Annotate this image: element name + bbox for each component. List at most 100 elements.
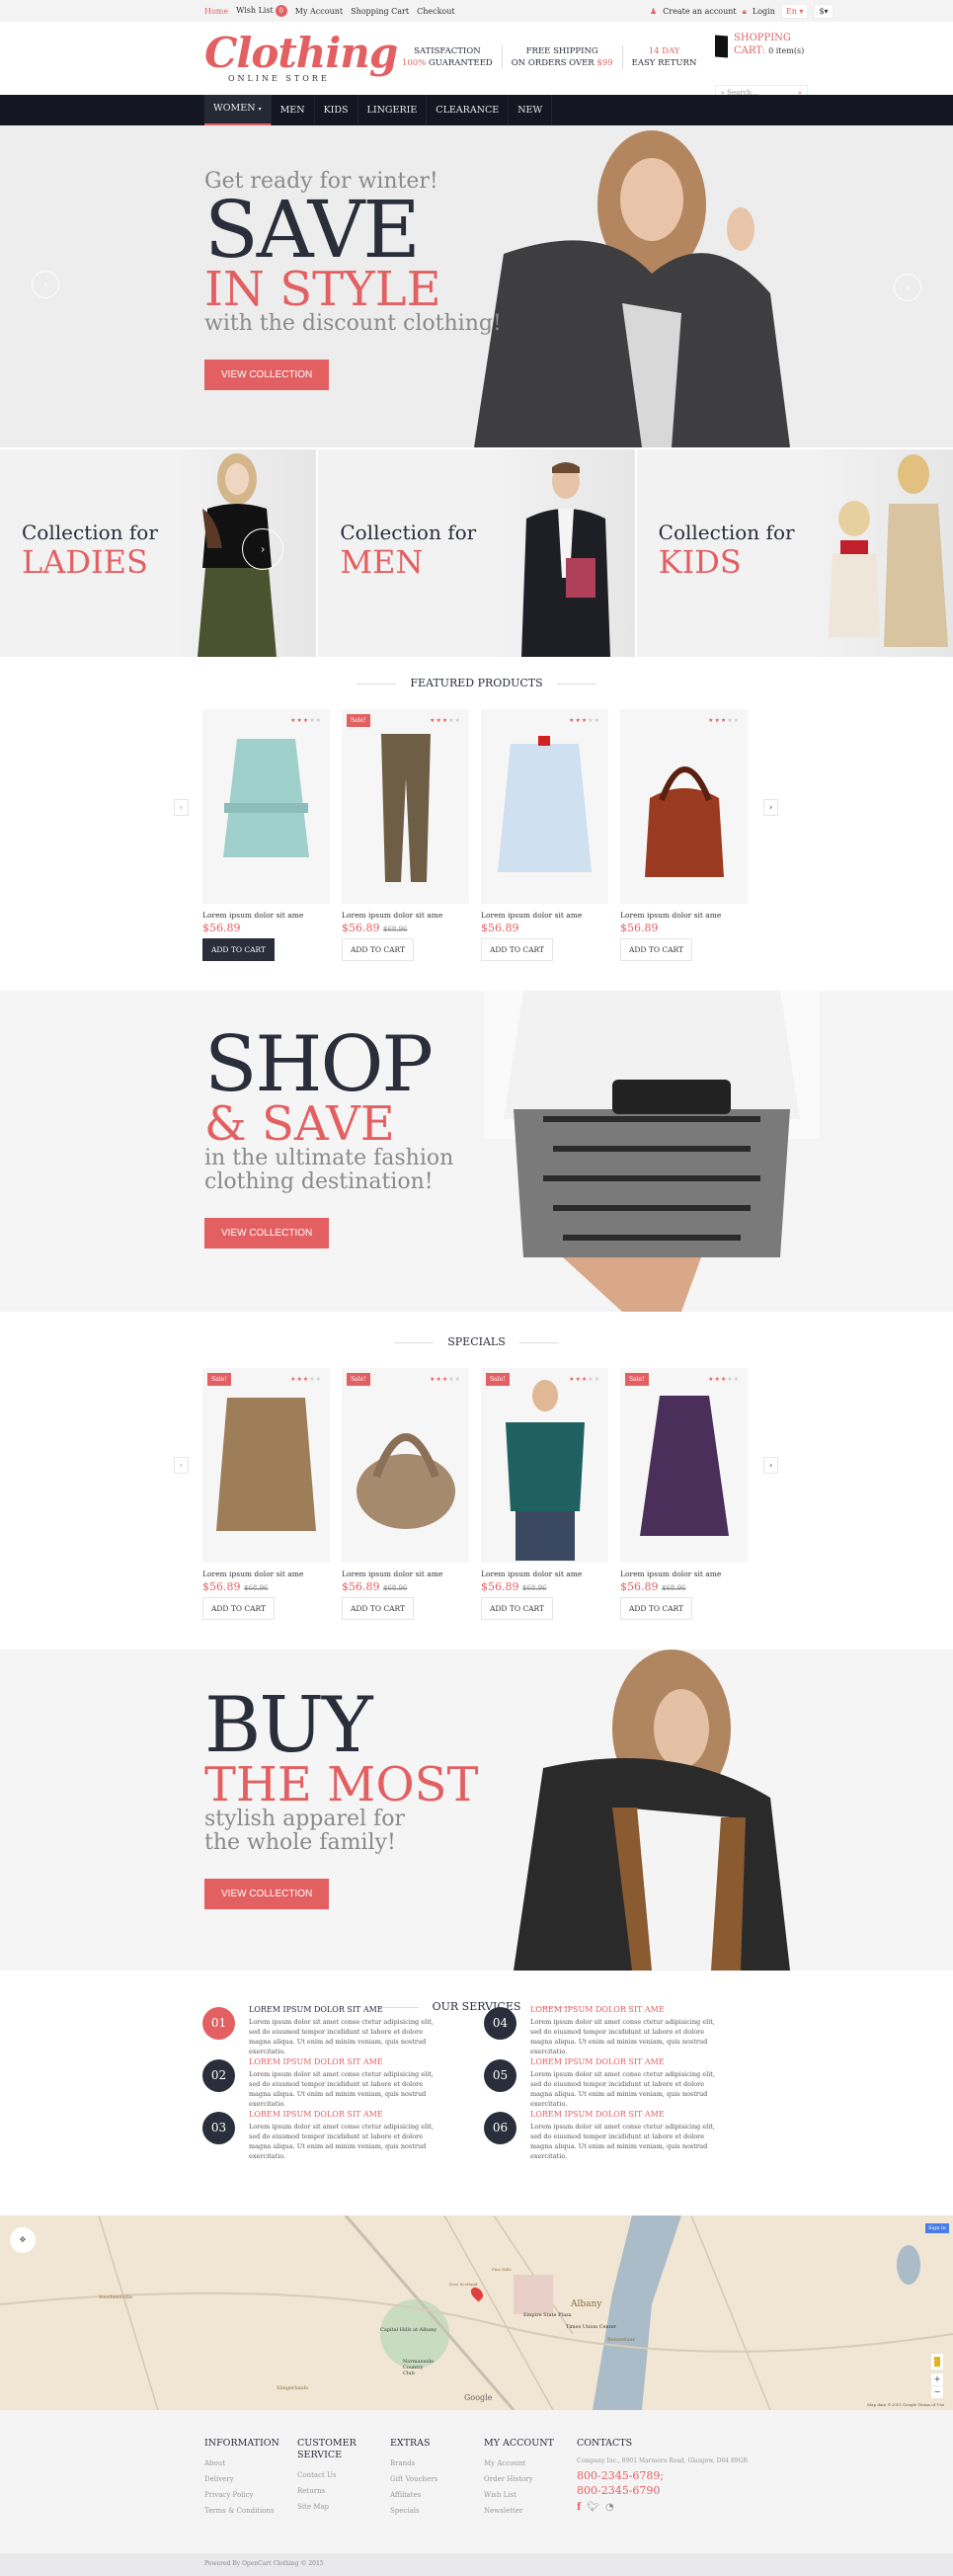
link-wish-list[interactable]: Wish List 0: [236, 5, 287, 17]
hero-next-button[interactable]: ›: [894, 274, 921, 301]
category-ladies[interactable]: › Collection for LADIES: [0, 449, 319, 657]
map-sign-in-button[interactable]: Sign in: [925, 2223, 949, 2233]
product-card[interactable]: Sale! ★★★★★ Lorem ipsum dolor sit ame $56.8…: [481, 1368, 608, 1620]
featured-prev-button[interactable]: ‹: [174, 799, 189, 816]
product-name[interactable]: Lorem ipsum dolor sit ame: [620, 1570, 748, 1578]
product-image[interactable]: ★★★★★: [620, 709, 748, 904]
rating-stars: ★★★★★: [708, 1376, 740, 1383]
footer-link[interactable]: Brands: [390, 2455, 437, 2471]
service-title: LOREM IPSUM DOLOR SIT AME: [249, 2110, 383, 2119]
product-image[interactable]: Sale! ★★★★★: [202, 1368, 330, 1563]
location-map[interactable]: ✥ Albany Empire State Plaza Times Union …: [0, 2215, 953, 2410]
link-my-account[interactable]: My Account: [295, 7, 343, 16]
add-to-cart-button[interactable]: ADD TO CART: [620, 938, 693, 961]
view-collection-button[interactable]: VIEW COLLECTION: [204, 360, 330, 390]
link-create-account[interactable]: Create an account: [663, 7, 736, 16]
nav-item-new[interactable]: NEW: [509, 95, 553, 126]
product-image[interactable]: ★★★★★: [202, 709, 330, 904]
footer-link[interactable]: Affiliates: [390, 2487, 437, 2503]
footer-link[interactable]: Order History: [484, 2471, 554, 2487]
rss-icon[interactable]: ◔: [605, 2502, 614, 2513]
product-price: $56.89 $68.96: [481, 1580, 547, 1593]
product-image-art: [381, 734, 431, 882]
product-card[interactable]: Sale! ★★★★★ Lorem ipsum dolor sit ame $56.8…: [342, 1368, 469, 1620]
service-number-badge: 04: [484, 2007, 516, 2040]
nav-item-men[interactable]: MEN: [272, 95, 315, 126]
product-name[interactable]: Lorem ipsum dolor sit ame: [202, 911, 330, 920]
sale-badge: Sale!: [486, 1373, 510, 1386]
language-select[interactable]: En ▾: [780, 4, 809, 19]
product-card[interactable]: ★★★★★ Lorem ipsum dolor sit ame $56.89 ADD …: [202, 709, 330, 961]
footer-link[interactable]: Privacy Policy: [204, 2487, 279, 2503]
logo[interactable]: Clothing ONLINE STORE: [204, 28, 398, 91]
product-card[interactable]: Sale! ★★★★★ Lorem ipsum dolor sit ame $56.8…: [342, 709, 469, 961]
product-name[interactable]: Lorem ipsum dolor sit ame: [620, 911, 748, 920]
footer-link[interactable]: My Account: [484, 2455, 554, 2471]
map-label-albany: Albany: [571, 2299, 602, 2309]
product-card[interactable]: Sale! ★★★★★ Lorem ipsum dolor sit ame $56.8…: [202, 1368, 330, 1620]
add-to-cart-button[interactable]: ADD TO CART: [342, 1597, 415, 1620]
product-name[interactable]: Lorem ipsum dolor sit ame: [202, 1570, 330, 1578]
twitter-icon[interactable]: 🐦︎: [587, 2502, 599, 2513]
view-collection-button[interactable]: VIEW COLLECTION: [204, 1879, 330, 1909]
footer-link[interactable]: Terms & Conditions: [204, 2503, 279, 2519]
product-image[interactable]: Sale! ★★★★★: [342, 1368, 469, 1563]
category-arrow-button[interactable]: ›: [242, 528, 283, 570]
rating-stars: ★★★★★: [290, 1376, 322, 1383]
nav-item-kids[interactable]: KIDS: [315, 95, 358, 126]
product-name[interactable]: Lorem ipsum dolor sit ame: [481, 911, 608, 920]
contact-phone-2: 800-2345-6790: [577, 2484, 661, 2497]
add-to-cart-button[interactable]: ADD TO CART: [481, 938, 554, 961]
street-view-pegman-icon[interactable]: [931, 2354, 943, 2370]
product-image-art: [216, 1398, 316, 1531]
product-image[interactable]: Sale! ★★★★★: [342, 709, 469, 904]
currency-select[interactable]: $▾: [814, 4, 834, 19]
link-home[interactable]: Home: [204, 7, 228, 16]
add-to-cart-button[interactable]: ADD TO CART: [481, 1597, 554, 1620]
product-image[interactable]: Sale! ★★★★★: [481, 1368, 608, 1563]
footer-link[interactable]: Wish List: [484, 2487, 554, 2503]
footer-link[interactable]: Delivery: [204, 2471, 279, 2487]
add-to-cart-button[interactable]: ADD TO CART: [202, 1597, 276, 1620]
hero-text: Get ready for winter! SAVE IN STYLE with…: [204, 169, 502, 390]
link-checkout[interactable]: Checkout: [417, 7, 455, 16]
footer-link[interactable]: Returns: [297, 2483, 357, 2499]
featured-next-button[interactable]: ›: [763, 799, 778, 816]
hero-prev-button[interactable]: ‹: [32, 271, 59, 298]
link-login[interactable]: Login: [753, 7, 775, 16]
facebook-icon[interactable]: f: [577, 2502, 581, 2513]
product-name[interactable]: Lorem ipsum dolor sit ame: [342, 911, 469, 920]
view-collection-button[interactable]: VIEW COLLECTION: [204, 1218, 330, 1248]
product-price: $56.89 $68.96: [620, 1580, 686, 1593]
map-zoom-out-button[interactable]: −: [931, 2386, 943, 2398]
specials-next-button[interactable]: ›: [763, 1457, 778, 1474]
footer-link[interactable]: Contact Us: [297, 2467, 357, 2483]
shopping-cart-widget[interactable]: SHOPPING CART: 0 item(s): [715, 32, 804, 58]
product-image[interactable]: ★★★★★: [481, 709, 608, 904]
add-to-cart-button[interactable]: ADD TO CART: [202, 938, 276, 961]
map-pan-control[interactable]: ✥: [10, 2227, 36, 2253]
product-name[interactable]: Lorem ipsum dolor sit ame: [342, 1570, 469, 1578]
product-image[interactable]: Sale! ★★★★★: [620, 1368, 748, 1563]
category-men[interactable]: Collection for MEN: [318, 449, 637, 657]
category-kids[interactable]: Collection for KIDS: [636, 449, 953, 657]
nav-item-lingerie[interactable]: LINGERIE: [358, 95, 428, 126]
footer-link[interactable]: Site Map: [297, 2499, 357, 2515]
link-shopping-cart[interactable]: Shopping Cart: [351, 7, 409, 16]
product-card[interactable]: ★★★★★ Lorem ipsum dolor sit ame $56.89 ADD …: [481, 709, 608, 961]
add-to-cart-button[interactable]: ADD TO CART: [342, 938, 415, 961]
footer-link[interactable]: About: [204, 2455, 279, 2471]
footer-link[interactable]: Newsletter: [484, 2503, 554, 2519]
footer-link[interactable]: Specials: [390, 2503, 437, 2519]
product-image-art: [498, 736, 592, 872]
product-card[interactable]: ★★★★★ Lorem ipsum dolor sit ame $56.89 ADD …: [620, 709, 748, 961]
add-to-cart-button[interactable]: ADD TO CART: [620, 1597, 693, 1620]
footer-link[interactable]: Gift Vouchers: [390, 2471, 437, 2487]
product-card[interactable]: Sale! ★★★★★ Lorem ipsum dolor sit ame $56.8…: [620, 1368, 748, 1620]
feature-free-shipping: FREE SHIPPING ON ORDERS OVER $99: [503, 45, 623, 69]
nav-item-women[interactable]: WOMEN ▾: [204, 95, 272, 126]
specials-prev-button[interactable]: ‹: [174, 1457, 189, 1474]
nav-item-clearance[interactable]: CLEARANCE: [427, 95, 510, 126]
product-name[interactable]: Lorem ipsum dolor sit ame: [481, 1570, 608, 1578]
map-zoom-in-button[interactable]: +: [931, 2374, 943, 2385]
